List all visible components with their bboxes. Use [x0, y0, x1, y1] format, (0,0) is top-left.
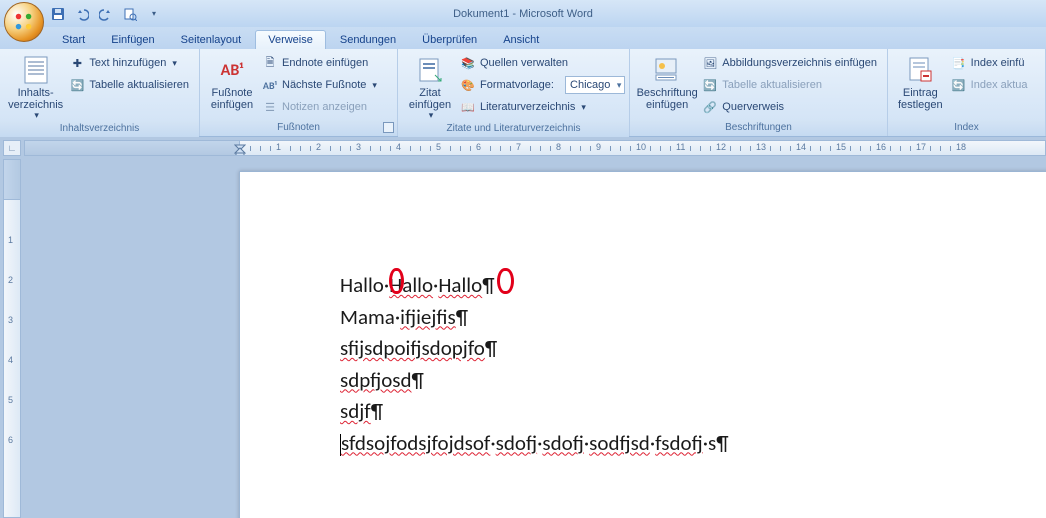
next-footnote-button[interactable]: AB¹Nächste Fußnote▾ [258, 74, 381, 96]
indent-marker-icon[interactable] [234, 141, 246, 156]
insert-citation-button[interactable]: Zitat einfügen▾ [404, 52, 456, 121]
crossref-button[interactable]: 🔗Querverweis [698, 96, 881, 118]
tab-seitenlayout[interactable]: Seitenlayout [169, 31, 254, 49]
pilcrow-icon: ¶ [716, 430, 728, 456]
vertical-ruler[interactable]: 123456 [3, 159, 21, 518]
tab-sendungen[interactable]: Sendungen [328, 31, 408, 49]
group-footnotes-label: Fußnoten [200, 120, 397, 136]
pilcrow-icon: ¶ [371, 398, 383, 424]
redo-icon[interactable] [96, 4, 116, 24]
style-icon: 🎨 [460, 77, 476, 93]
tab-verweise[interactable]: Verweise [255, 30, 326, 49]
tof-icon: 🖼 [702, 55, 718, 71]
toc-button[interactable]: Inhalts- verzeichnis▾ [6, 52, 65, 121]
group-toc-label: Inhaltsverzeichnis [0, 121, 199, 137]
citation-icon [414, 54, 446, 86]
qat-dropdown-icon[interactable]: ▾ [144, 4, 164, 24]
manage-sources-icon: 📚 [460, 55, 476, 71]
ruler-ticks: 123456789101112131415161718 [240, 141, 1045, 155]
tab-überprüfen[interactable]: Überprüfen [410, 31, 489, 49]
group-citations: Zitat einfügen▾ 📚Quellen verwalten 🎨Form… [398, 49, 630, 136]
tab-einfügen[interactable]: Einfügen [99, 31, 166, 49]
tab-ansicht[interactable]: Ansicht [491, 31, 551, 49]
tab-start[interactable]: Start [50, 31, 97, 49]
footnotes-launcher-icon[interactable] [383, 122, 394, 133]
group-citations-label: Zitate und Literaturverzeichnis [398, 121, 629, 137]
office-button[interactable] [4, 2, 44, 42]
ruler-left-margin [25, 141, 240, 155]
ribbon: Inhalts- verzeichnis▾ ✚Text hinzufügen▾ … [0, 49, 1046, 137]
next-footnote-icon: AB¹ [262, 77, 278, 93]
text-line[interactable]: sdjf¶ [340, 396, 958, 428]
show-notes-icon: ☰ [262, 99, 278, 115]
endnote-icon: 🗎 [262, 55, 278, 71]
insert-footnote-button[interactable]: AB¹ Fußnote einfügen [206, 52, 258, 111]
group-footnotes: AB¹ Fußnote einfügen 🗎Endnote einfügen A… [200, 49, 398, 136]
insert-index-icon: 📑 [951, 55, 967, 71]
tab-stop-selector[interactable]: ∟ [3, 140, 21, 156]
ruler-top-margin [4, 160, 20, 200]
toc-label: Inhalts- verzeichnis [8, 87, 63, 111]
update-index-button: 🔄Index aktua [947, 74, 1032, 96]
quick-access-toolbar: ▾ [48, 4, 164, 24]
footnote-icon: AB¹ [216, 54, 248, 86]
update-icon: 🔄 [69, 77, 85, 93]
document-body[interactable]: Hallo·Hallo·Hallo¶Mama·ifjiejfis¶sfijsdp… [340, 270, 958, 459]
insert-caption-button[interactable]: Beschriftung einfügen [636, 52, 698, 111]
save-icon[interactable] [48, 4, 68, 24]
page[interactable]: Hallo·Hallo·Hallo¶Mama·ifjiejfis¶sfijsdp… [239, 171, 1046, 518]
bibliography-icon: 📖 [460, 99, 476, 115]
group-index: Eintrag festlegen 📑Index einfü 🔄Index ak… [888, 49, 1046, 136]
add-text-icon: ✚ [69, 55, 85, 71]
citation-style-row: 🎨Formatvorlage: Chicago [456, 74, 629, 96]
citation-style-select[interactable]: Chicago [565, 76, 625, 94]
workspace: ∟ 123456789101112131415161718 123456 Hal… [0, 137, 1046, 518]
group-captions-label: Beschriftungen [630, 120, 887, 136]
crossref-icon: 🔗 [702, 99, 718, 115]
pilcrow-icon: ¶ [485, 335, 497, 361]
horizontal-ruler[interactable]: 123456789101112131415161718 [24, 140, 1046, 156]
group-toc: Inhalts- verzeichnis▾ ✚Text hinzufügen▾ … [0, 49, 200, 136]
bibliography-button[interactable]: 📖Literaturverzeichnis▾ [456, 96, 629, 118]
mark-entry-button[interactable]: Eintrag festlegen [894, 52, 947, 111]
toc-icon [20, 54, 52, 86]
insert-endnote-button[interactable]: 🗎Endnote einfügen [258, 52, 381, 74]
update-captions-button: 🔄Tabelle aktualisieren [698, 74, 881, 96]
group-index-label: Index [888, 120, 1045, 136]
text-line[interactable]: sfdsojfodsjfojdsof·sdofj·sdofj·sodfjsd·f… [340, 428, 958, 460]
pilcrow-icon: ¶ [456, 304, 468, 330]
text-line[interactable]: Mama·ifjiejfis¶ [340, 302, 958, 334]
text-line[interactable]: sdpfjosd¶ [340, 365, 958, 397]
update-index-icon: 🔄 [951, 77, 967, 93]
document-view[interactable]: Hallo·Hallo·Hallo¶Mama·ifjiejfis¶sfijsdp… [24, 159, 1046, 518]
insert-tof-button[interactable]: 🖼Abbildungsverzeichnis einfügen [698, 52, 881, 74]
undo-icon[interactable] [72, 4, 92, 24]
caption-icon [651, 54, 683, 86]
pilcrow-icon: ¶ [482, 272, 494, 298]
group-captions: Beschriftung einfügen 🖼Abbildungsverzeic… [630, 49, 888, 136]
text-line[interactable]: sfijsdpoifjsdopjfo¶ [340, 333, 958, 365]
show-notes-button: ☰Notizen anzeigen [258, 96, 381, 118]
text-line[interactable]: Hallo·Hallo·Hallo¶ [340, 270, 958, 302]
print-preview-icon[interactable] [120, 4, 140, 24]
add-text-button[interactable]: ✚Text hinzufügen▾ [65, 52, 193, 74]
title-bar: ▾ Dokument1 - Microsoft Word [0, 0, 1046, 27]
mark-entry-icon [904, 54, 936, 86]
insert-index-button[interactable]: 📑Index einfü [947, 52, 1032, 74]
update-captions-icon: 🔄 [702, 77, 718, 93]
ribbon-tabs: StartEinfügenSeitenlayoutVerweiseSendung… [0, 27, 1046, 49]
update-toc-button[interactable]: 🔄Tabelle aktualisieren [65, 74, 193, 96]
manage-sources-button[interactable]: 📚Quellen verwalten [456, 52, 629, 74]
pilcrow-icon: ¶ [412, 367, 424, 393]
